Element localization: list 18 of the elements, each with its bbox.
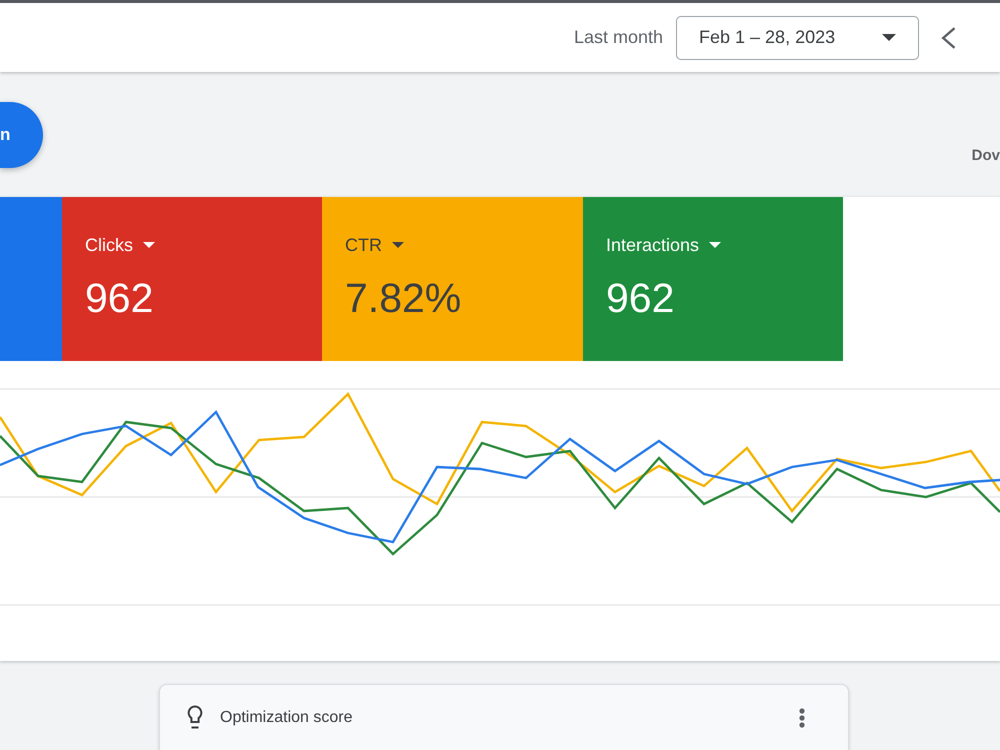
metric-value: 962 [606,274,676,322]
card-title: Optimization score [220,708,352,728]
metric-value: 7.82% [345,274,462,322]
metric-dropdown[interactable]: Clicks [85,234,155,256]
metric-value: 962 [85,274,154,322]
action-button[interactable]: n [0,102,43,168]
date-range-dropdown[interactable]: Feb 1 – 28, 2023 [676,16,919,60]
toolbar-link[interactable]: Dov [972,145,1000,168]
caret-down-icon [709,242,722,248]
caret-down-icon [143,242,155,248]
metric-dropdown[interactable]: CTR [345,234,404,256]
lightbulb-icon [187,705,203,730]
caret-down-icon [392,242,404,248]
metric-dropdown[interactable]: Interactions [606,234,722,256]
chevron-left-icon[interactable] [941,26,956,48]
range-label: Last month [574,26,663,49]
caret-down-icon [882,34,896,41]
more-options-icon[interactable] [799,708,805,728]
